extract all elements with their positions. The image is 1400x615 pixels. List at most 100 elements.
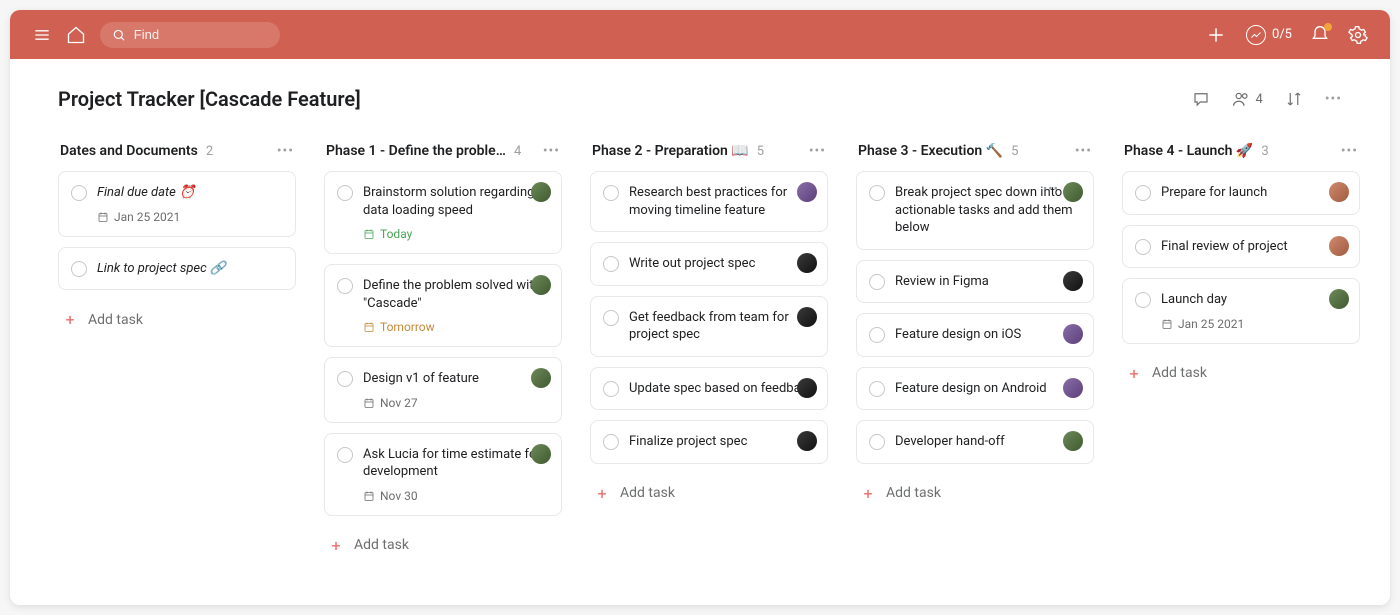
comment-button[interactable] (1192, 90, 1210, 108)
add-task-button[interactable]: +Add task (590, 474, 828, 513)
complete-checkbox[interactable] (603, 310, 619, 326)
topbar: 0/5 (10, 10, 1390, 59)
plus-icon: + (860, 484, 876, 503)
complete-checkbox[interactable] (869, 274, 885, 290)
add-task-button[interactable]: +Add task (324, 526, 562, 565)
task-title: Ask Lucia for time estimate for developm… (363, 446, 549, 481)
task-card[interactable]: Link to project spec 🔗 (58, 247, 296, 291)
task-card[interactable]: Developer hand-off (856, 420, 1094, 464)
task-card[interactable]: Feature design on Android (856, 367, 1094, 411)
assignee-avatar[interactable] (797, 307, 817, 327)
board: Dates and Documents2••• Final due date ⏰ J… (10, 127, 1390, 605)
home-icon[interactable] (66, 25, 86, 45)
notifications-icon[interactable] (1310, 25, 1330, 45)
complete-checkbox[interactable] (603, 256, 619, 272)
complete-checkbox[interactable] (1135, 292, 1151, 308)
task-card[interactable]: Define the problem solved with "Cascade"… (324, 264, 562, 347)
complete-checkbox[interactable] (869, 327, 885, 343)
complete-checkbox[interactable] (71, 185, 87, 201)
board-column: Phase 1 - Define the proble...4•••Brains… (324, 137, 562, 565)
assignee-avatar[interactable] (1063, 182, 1083, 202)
assignee-avatar[interactable] (1329, 236, 1349, 256)
task-card[interactable]: Research best practices for moving timel… (590, 171, 828, 232)
project-header: Project Tracker [Cascade Feature] 4 ••• (10, 59, 1390, 127)
complete-checkbox[interactable] (1135, 185, 1151, 201)
assignee-avatar[interactable] (797, 253, 817, 273)
goals-pill[interactable]: 0/5 (1246, 25, 1292, 45)
board-column: Phase 2 - Preparation 📖5•••Research best… (590, 137, 828, 565)
task-title: Feature design on iOS (895, 326, 1081, 344)
column-header: Phase 4 - Launch 🚀3••• (1122, 137, 1360, 171)
complete-checkbox[interactable] (869, 185, 885, 201)
complete-checkbox[interactable] (1135, 239, 1151, 255)
assignee-avatar[interactable] (1329, 182, 1349, 202)
project-more-button[interactable]: ••• (1325, 91, 1342, 107)
task-title: Update spec based on feedback (629, 380, 815, 398)
assignee-avatar[interactable] (797, 378, 817, 398)
task-card[interactable]: Write out project spec (590, 242, 828, 286)
column-more-button[interactable]: ••• (543, 143, 560, 159)
complete-checkbox[interactable] (71, 261, 87, 277)
column-more-button[interactable]: ••• (1075, 143, 1092, 159)
task-card[interactable]: Finalize project spec (590, 420, 828, 464)
complete-checkbox[interactable] (337, 371, 353, 387)
assignee-avatar[interactable] (1329, 289, 1349, 309)
task-date: Jan 25 2021 (97, 210, 283, 224)
task-card[interactable]: Update spec based on feedback (590, 367, 828, 411)
trend-icon (1246, 25, 1266, 45)
assignee-avatar[interactable] (531, 182, 551, 202)
search-input[interactable] (134, 27, 268, 42)
add-button[interactable] (1204, 23, 1228, 47)
column-title: Phase 1 - Define the proble... (326, 143, 506, 159)
assignee-avatar[interactable] (797, 182, 817, 202)
task-card[interactable]: Feature design on iOS (856, 313, 1094, 357)
column-header: Phase 3 - Execution 🔨5••• (856, 137, 1094, 171)
task-title: Final due date ⏰ (97, 184, 283, 202)
complete-checkbox[interactable] (337, 278, 353, 294)
column-title: Dates and Documents (60, 143, 198, 159)
task-card[interactable]: Final due date ⏰ Jan 25 2021 (58, 171, 296, 237)
task-card[interactable]: Ask Lucia for time estimate for developm… (324, 433, 562, 516)
task-card[interactable]: Review in Figma (856, 260, 1094, 304)
column-more-button[interactable]: ••• (809, 143, 826, 159)
add-task-button[interactable]: +Add task (856, 474, 1094, 513)
column-more-button[interactable]: ••• (1341, 143, 1358, 159)
add-task-button[interactable]: +Add task (1122, 354, 1360, 393)
complete-checkbox[interactable] (603, 185, 619, 201)
hamburger-menu-icon[interactable] (32, 25, 52, 45)
task-title: Define the problem solved with "Cascade" (363, 277, 549, 312)
complete-checkbox[interactable] (337, 447, 353, 463)
complete-checkbox[interactable] (603, 434, 619, 450)
task-more-button[interactable]: ••• (1043, 182, 1059, 197)
assignee-avatar[interactable] (531, 275, 551, 295)
complete-checkbox[interactable] (869, 434, 885, 450)
task-card[interactable]: Prepare for launch (1122, 171, 1360, 215)
add-task-label: Add task (88, 312, 143, 328)
task-card[interactable]: Brainstorm solution regarding data loadi… (324, 171, 562, 254)
complete-checkbox[interactable] (337, 185, 353, 201)
goals-count: 0/5 (1272, 27, 1292, 42)
plus-icon: + (62, 310, 78, 329)
task-title: Link to project spec 🔗 (97, 260, 283, 278)
assignee-avatar[interactable] (1063, 378, 1083, 398)
plus-icon: + (1126, 364, 1142, 383)
task-card[interactable]: Get feedback from team for project spec (590, 296, 828, 357)
task-card[interactable]: Launch dayJan 25 2021 (1122, 278, 1360, 344)
task-card[interactable]: Final review of project (1122, 225, 1360, 269)
task-card[interactable]: Break project spec down into actionable … (856, 171, 1094, 250)
search-box[interactable] (100, 22, 280, 48)
column-more-button[interactable]: ••• (277, 143, 294, 159)
task-card[interactable]: Design v1 of featureNov 27 (324, 357, 562, 423)
task-title: Design v1 of feature (363, 370, 549, 388)
settings-gear-icon[interactable] (1348, 25, 1368, 45)
complete-checkbox[interactable] (603, 381, 619, 397)
assignee-avatar[interactable] (1063, 271, 1083, 291)
members-button[interactable]: 4 (1232, 90, 1263, 108)
column-header: Dates and Documents2••• (58, 137, 296, 171)
complete-checkbox[interactable] (869, 381, 885, 397)
task-title: Brainstorm solution regarding data loadi… (363, 184, 549, 219)
assignee-avatar[interactable] (531, 444, 551, 464)
sort-button[interactable] (1285, 90, 1303, 108)
add-task-button[interactable]: + Add task (58, 300, 296, 339)
plus-icon: + (594, 484, 610, 503)
